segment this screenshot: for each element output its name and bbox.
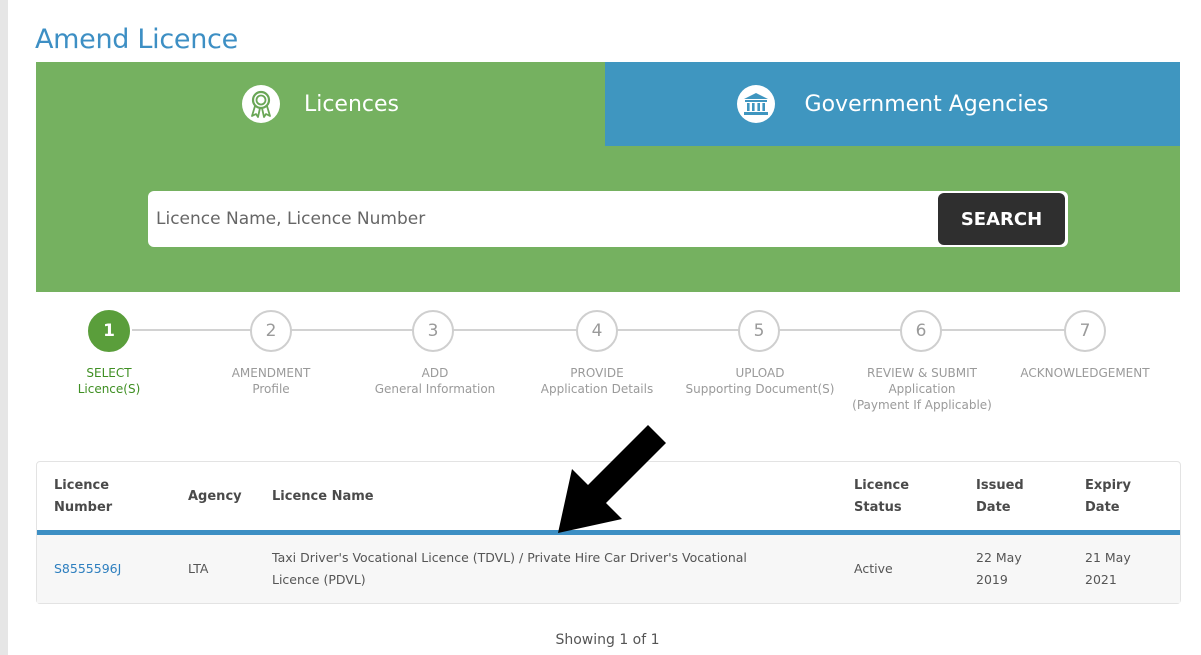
licence-name-cell: Taxi Driver's Vocational Licence (TDVL) … [272,547,747,591]
tab-government-agencies[interactable]: Government Agencies [605,62,1180,146]
step-1-title: Select [86,366,132,380]
step-1-circle: 1 [88,310,130,352]
award-ribbon-icon [241,85,280,123]
expiry-date-line1: 21 May [1085,550,1131,565]
step-2-subtitle: Profile [252,382,290,396]
header-issued-date: Issued Date [976,475,1024,519]
issued-date-line1: 22 May [976,550,1022,565]
step-2-circle: 2 [250,310,292,352]
licence-name-line2: Licence (PDVL) [272,572,366,587]
search-input[interactable] [148,191,936,247]
step-4-title: Provide [570,366,624,380]
header-issued-date-line2: Date [976,500,1011,515]
pagination-summary: Showing 1 of 1 [555,632,660,648]
licence-status-cell: Active [854,561,893,576]
step-5-title: Upload [735,366,785,380]
header-licence-status-line1: Licence [854,478,910,493]
step-6-subtitle: Application [888,382,956,396]
header-expiry-date: Expiry Date [1085,475,1131,519]
tab-government-agencies-label: Government Agencies [804,91,1049,117]
header-licence-number-line2: Number [54,500,113,515]
tab-licences[interactable]: Licences [36,62,605,146]
header-licence-name: Licence Name [272,489,374,504]
step-3-label: Add General Information [350,365,520,397]
issued-date-line2: 2019 [976,572,1008,587]
step-3-circle: 3 [412,310,454,352]
step-7-circle: 7 [1064,310,1106,352]
licence-name-line1: Taxi Driver's Vocational Licence (TDVL) … [272,550,747,565]
step-2-title: Amendment [231,366,311,380]
step-4-label: Provide Application Details [512,365,682,397]
pointer-arrow-icon [558,425,666,533]
step-6-circle: 6 [900,310,942,352]
header-expiry-date-line2: Date [1085,500,1120,515]
step-1-subtitle: Licence(S) [77,382,141,396]
step-2-label: Amendment Profile [186,365,356,397]
step-7-title: Acknowledgement [1020,366,1150,380]
issued-date-cell: 22 May 2019 [976,547,1022,591]
page-title: Amend Licence [35,24,238,55]
table-row: S8555596J LTA Taxi Driver's Vocational L… [37,535,1180,603]
step-4-subtitle: Application Details [540,382,654,396]
licence-number-link[interactable]: S8555596J [54,558,121,580]
step-6-label: Review & Submit Application (Payment If … [837,365,1007,413]
expiry-date-line2: 2021 [1085,572,1117,587]
step-3-subtitle: General Information [374,382,496,396]
step-6-note: (Payment If Applicable) [852,398,992,412]
step-5-circle: 5 [738,310,780,352]
header-expiry-date-line1: Expiry [1085,478,1131,493]
header-issued-date-line1: Issued [976,478,1024,493]
search-button[interactable]: SEARCH [938,193,1065,245]
tab-licences-label: Licences [303,91,400,117]
government-building-icon [736,85,775,123]
step-1-label: Select Licence(S) [24,365,194,397]
step-4-circle: 4 [576,310,618,352]
header-agency: Agency [188,489,242,504]
header-licence-number: Licence Number [54,475,112,519]
search-box: SEARCH [148,191,1068,247]
header-licence-status-line2: Status [854,500,902,515]
step-6-title: Review & Submit [867,366,977,380]
expiry-date-cell: 21 May 2021 [1085,547,1131,591]
header-licence-number-line1: Licence [54,478,110,493]
step-7-label: Acknowledgement [1000,365,1170,381]
agency-cell: LTA [188,561,209,576]
header-licence-status: Licence Status [854,475,909,519]
step-5-subtitle: Supporting Document(S) [685,382,835,396]
step-3-title: Add [421,366,449,380]
left-border [0,0,8,655]
search-panel: SEARCH [36,146,1180,292]
step-5-label: Upload Supporting Document(S) [675,365,845,397]
